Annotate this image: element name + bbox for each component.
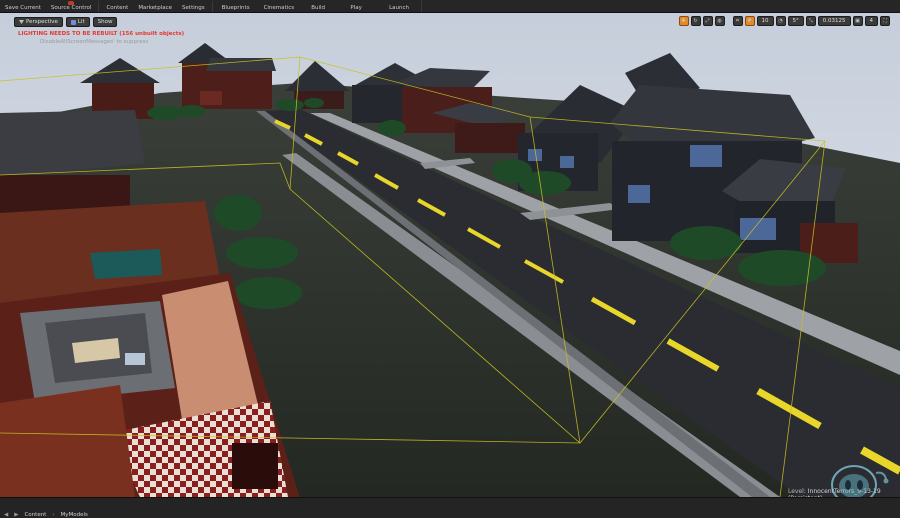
viewport-scene-render <box>0 13 900 497</box>
rotation-snap-icon[interactable]: ◔ <box>775 16 786 26</box>
launch-button[interactable]: Launch <box>377 0 423 12</box>
viewport-view-options: Perspective Lit Show <box>14 17 118 27</box>
grid-snap-icon[interactable]: # <box>744 16 755 26</box>
forward-arrow-icon[interactable]: ▶ <box>14 512 18 518</box>
cinematics-label: Cinematics <box>263 5 295 11</box>
perspective-label: Perspective <box>26 19 58 25</box>
breadcrumb-content[interactable]: Content <box>24 512 46 518</box>
maximize-viewport-icon[interactable]: ⛶ <box>880 16 890 26</box>
content-button[interactable]: Content <box>101 0 133 12</box>
blueprints-button[interactable]: Blueprints <box>215 0 257 12</box>
launch-label: Launch <box>389 5 410 11</box>
toolbar-divider <box>211 1 213 12</box>
settings-label: Settings <box>182 5 205 11</box>
source-control-button[interactable]: Source Control <box>46 0 97 12</box>
save-current-label: Save Current <box>5 5 41 11</box>
select-mode-icon[interactable]: ✥ <box>678 16 689 26</box>
scale-icon[interactable]: ⤢ <box>702 16 713 26</box>
grid-snap-value[interactable]: 10 <box>756 16 774 26</box>
perspective-dropdown[interactable]: Perspective <box>14 17 63 27</box>
play-button[interactable]: Play <box>335 0 377 12</box>
content-label: Content <box>106 5 129 11</box>
camera-speed-value[interactable]: 4 <box>864 16 878 26</box>
show-label: Show <box>97 19 113 25</box>
lit-mode-icon <box>70 19 76 25</box>
scale-snap-value[interactable]: 0.03125 <box>817 16 851 26</box>
robot-logo-icon <box>831 465 889 497</box>
lighting-rebuild-warning: LIGHTING NEEDS TO BE REBUILT (156 unbuil… <box>18 31 185 37</box>
breadcrumb-separator-icon: › <box>52 512 55 518</box>
viewport-transform-toolbar: ✥ ↻ ⤢ ◍ ⌗ # 10 ◔ 5° ⤡ 0.03125 ▣ 4 ⛶ <box>678 16 890 26</box>
main-toolbar: Save Current Source Control Content Mark… <box>0 0 900 13</box>
lit-label: Lit <box>77 19 85 25</box>
surface-snap-icon[interactable]: ⌗ <box>732 16 743 26</box>
toolbar-divider <box>98 1 100 12</box>
source-control-label: Source Control <box>50 5 92 11</box>
rotation-snap-value[interactable]: 5° <box>787 16 804 26</box>
save-current-button[interactable]: Save Current <box>0 0 46 12</box>
unreal-editor-window: Save Current Source Control Content Mark… <box>0 0 900 518</box>
show-dropdown[interactable]: Show <box>92 17 118 27</box>
breadcrumb: ◀ ▶ Content › MyModels <box>0 511 88 518</box>
level-viewport[interactable]: Perspective Lit Show ✥ ↻ ⤢ ◍ ⌗ # 10 ◔ 5°… <box>0 13 900 497</box>
build-button[interactable]: Build <box>301 0 335 12</box>
play-label: Play <box>350 5 362 11</box>
scale-snap-icon[interactable]: ⤡ <box>805 16 816 26</box>
breadcrumb-mymodels[interactable]: MyModels <box>61 512 88 518</box>
back-arrow-icon[interactable]: ◀ <box>4 512 8 518</box>
blueprints-label: Blueprints <box>221 5 250 11</box>
settings-button[interactable]: Settings <box>177 0 210 12</box>
world-local-icon[interactable]: ◍ <box>714 16 725 26</box>
suppress-messages-hint: DisableAllScreenMessages' to suppress <box>40 39 149 45</box>
marketplace-button[interactable]: Marketplace <box>133 0 177 12</box>
level-key: Level: <box>788 488 806 495</box>
marketplace-label: Marketplace <box>138 5 173 11</box>
lit-dropdown[interactable]: Lit <box>65 17 90 27</box>
camera-speed-icon[interactable]: ▣ <box>852 16 863 26</box>
chevron-down-icon <box>19 20 24 24</box>
build-label: Build <box>311 5 326 11</box>
translate-icon[interactable]: ↻ <box>690 16 701 26</box>
content-browser-bar: ◀ ▶ Content › MyModels <box>0 497 900 518</box>
cinematics-button[interactable]: Cinematics <box>257 0 302 12</box>
